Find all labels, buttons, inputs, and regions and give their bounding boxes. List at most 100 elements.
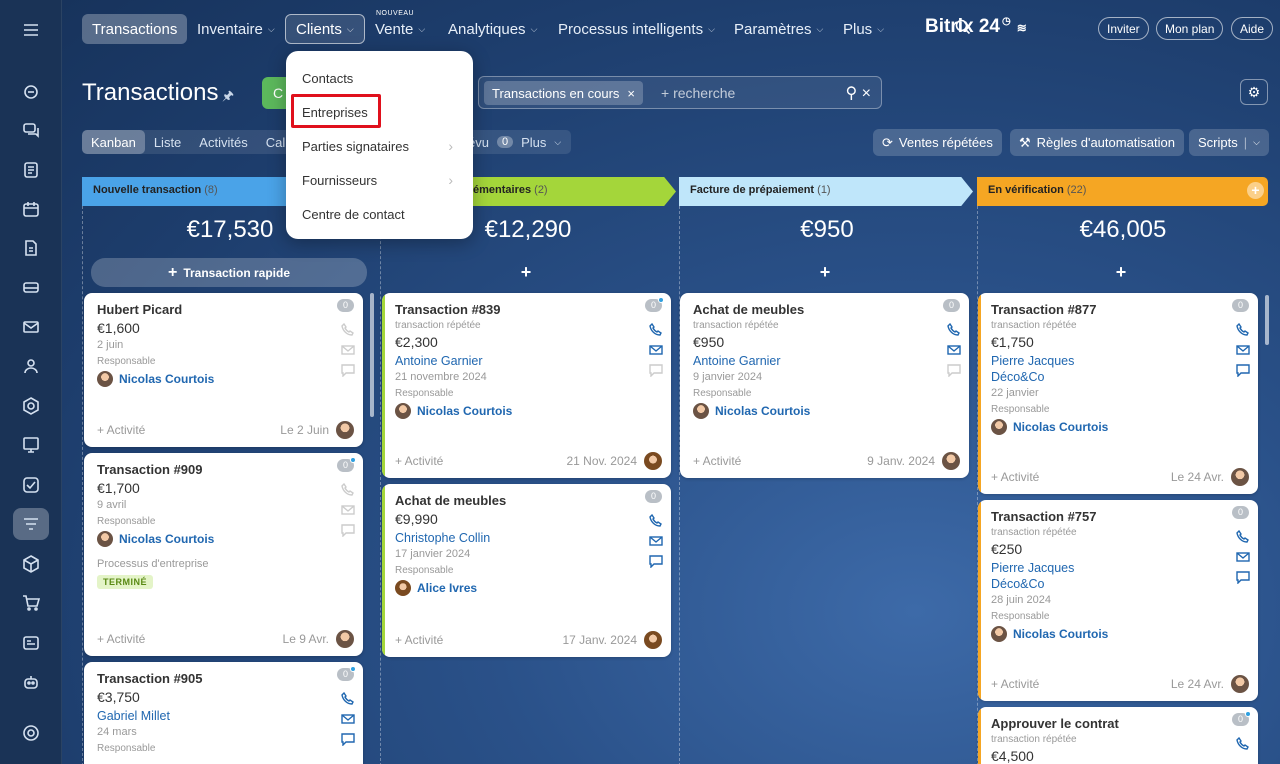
column-scrollbar[interactable]	[1265, 295, 1269, 345]
add-activity[interactable]: + Activité	[693, 454, 741, 468]
add-activity[interactable]: + Activité	[991, 470, 1039, 484]
add-deal-button[interactable]: +	[381, 262, 671, 283]
more-label[interactable]: Plus	[521, 135, 546, 150]
box-icon[interactable]	[13, 548, 49, 580]
card-title[interactable]: Achat de meubles	[693, 302, 957, 317]
cart-icon[interactable]	[13, 587, 49, 619]
column-header-prepayment[interactable]: Facture de prépaiement (1)	[679, 177, 973, 206]
deal-card[interactable]: 0 Achat de meubles €9,990 Christophe Col…	[382, 484, 671, 657]
repeat-sales-button[interactable]: ⟳ Ventes répétées	[873, 129, 1002, 156]
nav-transactions[interactable]: Transactions	[82, 14, 188, 44]
phone-icon[interactable]	[649, 513, 663, 528]
card-contact[interactable]: Gabriel Millet	[97, 708, 351, 724]
menu-item-contact-center[interactable]: Centre de contact	[286, 197, 473, 231]
phone-icon[interactable]	[341, 691, 355, 706]
mail-icon[interactable]	[341, 343, 355, 357]
deal-card[interactable]: 0 Approuver le contrat transaction répét…	[978, 707, 1258, 764]
robot-icon[interactable]	[13, 666, 49, 698]
phone-icon[interactable]	[341, 482, 355, 497]
card-contact[interactable]: Antoine Garnier	[693, 353, 957, 369]
help-button[interactable]: Aide	[1231, 17, 1274, 40]
hexagon-icon[interactable]	[13, 390, 49, 422]
responsible-person[interactable]: Nicolas Courtois	[991, 626, 1246, 642]
search-placeholder[interactable]: + recherche	[661, 85, 735, 101]
filter-search[interactable]: Transactions en cours × + recherche ⚲ ×	[478, 76, 882, 109]
comment-icon[interactable]	[649, 363, 663, 378]
comment-icon[interactable]	[341, 523, 355, 538]
add-activity[interactable]: + Activité	[395, 633, 443, 647]
board-icon[interactable]	[13, 429, 49, 461]
comment-icon[interactable]	[947, 363, 961, 378]
phone-icon[interactable]	[341, 322, 355, 337]
add-deal-button[interactable]: +	[680, 262, 970, 283]
mail-icon[interactable]	[13, 311, 49, 343]
deal-card[interactable]: 0 Transaction #905 €3,750 Gabriel Millet…	[84, 662, 363, 764]
nav-sales[interactable]: Vente ⌵	[365, 14, 435, 44]
view-extra[interactable]: évu 0 Plus ⌵	[458, 130, 572, 154]
card-company[interactable]: Déco&Co	[991, 576, 1246, 592]
feed-icon[interactable]	[13, 76, 49, 108]
card-title[interactable]: Achat de meubles	[395, 493, 659, 508]
comment-icon[interactable]	[649, 554, 663, 569]
phone-icon[interactable]	[1236, 322, 1250, 337]
card-title[interactable]: Approuver le contrat	[991, 716, 1246, 731]
add-column-icon[interactable]: +	[1247, 182, 1264, 199]
mail-icon[interactable]	[649, 343, 663, 357]
check-icon[interactable]	[13, 469, 49, 501]
deal-card[interactable]: 0 Hubert Picard €1,600 2 juin Responsabl…	[84, 293, 363, 447]
bitrix-logo[interactable]: Bitrix 24 ◷ ≋	[925, 16, 1027, 38]
users-icon[interactable]	[13, 350, 49, 382]
card-title[interactable]: Transaction #905	[97, 671, 351, 686]
comment-icon[interactable]	[341, 363, 355, 378]
view-kanban[interactable]: Kanban	[82, 130, 145, 154]
phone-icon[interactable]	[1236, 736, 1250, 751]
mail-icon[interactable]	[1236, 343, 1250, 357]
deal-card[interactable]: 0 Transaction #909 €1,700 9 avril Respon…	[84, 453, 363, 656]
card-title[interactable]: Transaction #839	[395, 302, 659, 317]
column-header-verification[interactable]: En vérification (22)	[977, 177, 1268, 206]
menu-item-suppliers[interactable]: Fournisseurs ›	[286, 163, 473, 197]
mail-icon[interactable]	[649, 534, 663, 548]
nav-inventory[interactable]: Inventaire ⌵	[187, 14, 285, 44]
card-company[interactable]: Déco&Co	[991, 369, 1246, 385]
calendar-icon[interactable]	[13, 193, 49, 225]
search-clear-icons[interactable]: ⚲ ×	[845, 83, 871, 103]
phone-icon[interactable]	[1236, 529, 1250, 544]
deal-card[interactable]: 0 Transaction #839 transaction répétée €…	[382, 293, 671, 478]
phone-icon[interactable]	[649, 322, 663, 337]
nav-intelligent-processes[interactable]: Processus intelligents ⌵	[548, 14, 725, 44]
drive-icon[interactable]	[13, 271, 49, 303]
document-icon[interactable]	[13, 232, 49, 264]
nav-settings[interactable]: Paramètres ⌵	[724, 14, 833, 44]
add-activity[interactable]: + Activité	[991, 677, 1039, 691]
comment-icon[interactable]	[1236, 363, 1250, 378]
column-scrollbar[interactable]	[370, 293, 374, 417]
nav-analytics[interactable]: Analytiques ⌵	[438, 14, 547, 44]
nav-clients[interactable]: Clients ⌵	[285, 14, 365, 44]
phone-icon[interactable]	[947, 322, 961, 337]
settings-icon[interactable]	[13, 717, 49, 749]
mail-icon[interactable]	[1236, 550, 1250, 564]
pin-icon[interactable]: 🖈	[222, 87, 234, 109]
mail-icon[interactable]	[341, 712, 355, 726]
responsible-person[interactable]: Nicolas Courtois	[395, 403, 659, 419]
responsible-person[interactable]: Nicolas Courtois	[991, 419, 1246, 435]
my-plan-button[interactable]: Mon plan	[1156, 17, 1224, 40]
card-icon[interactable]	[13, 627, 49, 659]
chat-icon[interactable]	[13, 114, 49, 146]
invite-button[interactable]: Inviter	[1098, 17, 1149, 40]
deal-card[interactable]: 0 Transaction #877 transaction répétée €…	[978, 293, 1258, 494]
comment-icon[interactable]	[1236, 570, 1250, 585]
mail-icon[interactable]	[947, 343, 961, 357]
quick-add-button[interactable]: + Transaction rapide	[91, 258, 367, 287]
tasks-icon[interactable]	[13, 154, 49, 186]
deal-card[interactable]: 0 Transaction #757 transaction répétée €…	[978, 500, 1258, 701]
view-list[interactable]: Liste	[145, 130, 190, 154]
automation-rules-button[interactable]: ⚒ Règles d'automatisation	[1010, 129, 1184, 156]
card-contact[interactable]: Pierre Jacques	[991, 353, 1246, 369]
deal-card[interactable]: 0 Achat de meubles transaction répétée €…	[680, 293, 969, 478]
responsible-person[interactable]: Nicolas Courtois	[97, 371, 351, 387]
crm-funnel-icon[interactable]	[13, 508, 49, 540]
menu-icon[interactable]	[13, 14, 49, 46]
nav-more[interactable]: Plus ⌵	[833, 14, 894, 44]
